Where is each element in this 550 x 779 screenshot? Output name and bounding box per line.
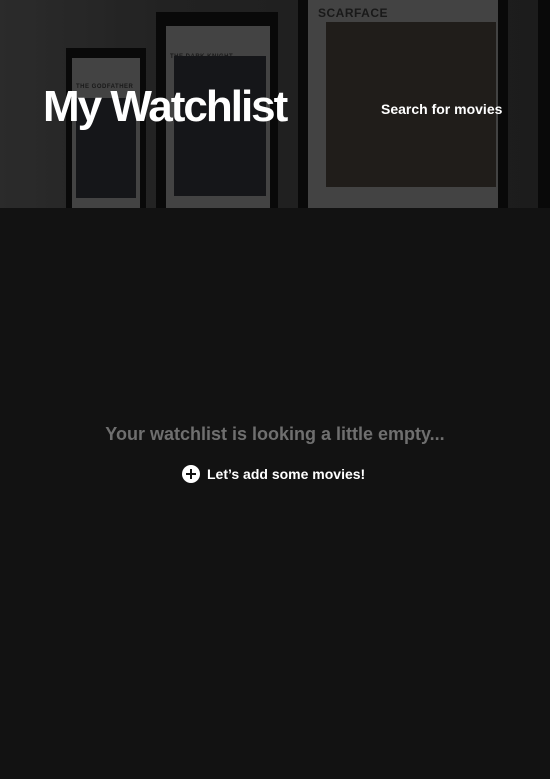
plus-circle-icon	[182, 465, 200, 483]
page-title: My Watchlist	[43, 82, 288, 131]
add-movies-button[interactable]: Let’s add some movies!	[182, 465, 365, 483]
empty-watchlist-message: Your watchlist is looking a little empty…	[105, 424, 445, 444]
search-movies-link[interactable]: Search for movies	[381, 101, 502, 117]
hero-banner: THE GODFATHER THE DARK KNIGHT SCARFACE M…	[0, 0, 550, 208]
add-movies-label: Let’s add some movies!	[207, 466, 366, 482]
